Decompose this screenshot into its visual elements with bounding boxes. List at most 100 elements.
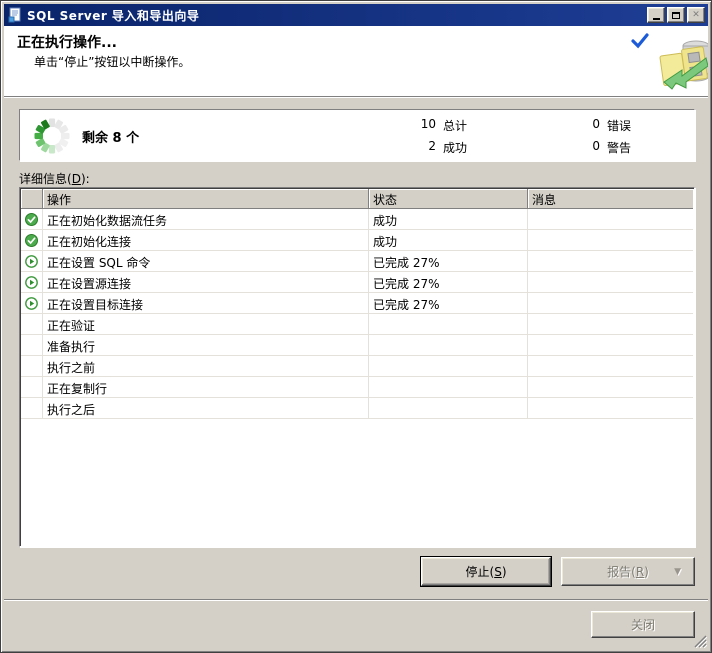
column-header-message[interactable]: 消息 [528, 189, 693, 209]
row-icon-empty [21, 377, 43, 398]
row-status [369, 314, 528, 335]
page-subtitle: 单击“停止”按钮以中断操作。 [34, 53, 190, 70]
remaining-count: 剩余 8 个 [82, 127, 139, 146]
row-action: 正在初始化连接 [43, 230, 369, 251]
table-row[interactable]: 执行之后 [21, 398, 693, 419]
close-button[interactable]: 关闭 [591, 611, 695, 638]
row-message [528, 356, 693, 377]
maximize-button[interactable] [667, 7, 685, 23]
row-message [528, 377, 693, 398]
row-action: 执行之前 [43, 356, 369, 377]
row-status: 成功 [369, 209, 528, 230]
row-message [528, 272, 693, 293]
row-message [528, 209, 693, 230]
close-icon: ✕ [692, 11, 700, 20]
maximize-icon [672, 12, 680, 19]
details-table[interactable]: 操作 状态 消息 正在初始化数据流任务成功正在初始化连接成功正在设置 SQL 命… [19, 187, 695, 547]
row-success-icon [21, 209, 43, 230]
column-header-action[interactable]: 操作 [43, 189, 369, 209]
report-dropdown-icon[interactable]: ▼ [674, 567, 681, 577]
stats-column-right: 0 错误 0 警告 [572, 117, 631, 156]
row-status: 已完成 27% [369, 293, 528, 314]
in-progress-icon [25, 297, 38, 310]
row-action: 执行之后 [43, 398, 369, 419]
table-row[interactable]: 正在初始化连接成功 [21, 230, 693, 251]
row-message [528, 293, 693, 314]
row-message [528, 251, 693, 272]
stat-error-value: 0 [572, 117, 600, 134]
stop-button[interactable]: 停止(S) [421, 557, 551, 586]
details-label: 详细信息(D): [19, 170, 90, 187]
row-action: 正在初始化数据流任务 [43, 209, 369, 230]
wizard-art-icon [656, 36, 708, 97]
stat-warning: 0 警告 [572, 139, 631, 156]
table-row[interactable]: 正在设置目标连接已完成 27% [21, 293, 693, 314]
stat-total-label: 总计 [443, 117, 467, 134]
progress-summary: 剩余 8 个 10 总计 2 成功 0 错误 0 警告 [19, 109, 695, 161]
row-icon-empty [21, 335, 43, 356]
stat-success: 2 成功 [408, 139, 467, 156]
row-action: 正在设置源连接 [43, 272, 369, 293]
row-message [528, 314, 693, 335]
stat-success-label: 成功 [443, 139, 467, 156]
row-status [369, 398, 528, 419]
row-icon-empty [21, 398, 43, 419]
app-icon [7, 7, 23, 23]
close-window-button[interactable]: ✕ [687, 7, 705, 23]
stat-total: 10 总计 [408, 117, 467, 134]
row-status: 已完成 27% [369, 251, 528, 272]
minimize-icon [653, 18, 660, 20]
success-icon [25, 234, 38, 247]
row-action: 正在设置目标连接 [43, 293, 369, 314]
row-action: 正在复制行 [43, 377, 369, 398]
wizard-window: SQL Server 导入和导出向导 ✕ 正在执行操作... 单击“停止”按钮以… [0, 0, 712, 653]
row-message [528, 230, 693, 251]
table-row[interactable]: 正在复制行 [21, 377, 693, 398]
row-action: 准备执行 [43, 335, 369, 356]
table-row[interactable]: 正在初始化数据流任务成功 [21, 209, 693, 230]
stat-error-label: 错误 [607, 117, 631, 134]
table-row[interactable]: 准备执行 [21, 335, 693, 356]
table-row[interactable]: 执行之前 [21, 356, 693, 377]
row-icon-empty [21, 314, 43, 335]
row-success-icon [21, 230, 43, 251]
in-progress-icon [25, 255, 38, 268]
row-status [369, 335, 528, 356]
row-icon-empty [21, 356, 43, 377]
details-table-body: 正在初始化数据流任务成功正在初始化连接成功正在设置 SQL 命令已完成 27%正… [21, 209, 693, 545]
row-status: 成功 [369, 230, 528, 251]
window-title: SQL Server 导入和导出向导 [27, 7, 199, 24]
success-icon [25, 213, 38, 226]
stats-column-left: 10 总计 2 成功 [408, 117, 467, 156]
titlebar[interactable]: SQL Server 导入和导出向导 ✕ [4, 4, 708, 26]
footer-divider [4, 599, 708, 601]
minimize-button[interactable] [647, 7, 665, 23]
stat-warning-label: 警告 [607, 139, 631, 156]
resize-grip[interactable] [694, 635, 707, 648]
stat-success-value: 2 [408, 139, 436, 156]
stat-total-value: 10 [408, 117, 436, 134]
row-in-progress-icon [21, 293, 43, 314]
row-status [369, 356, 528, 377]
row-in-progress-icon [21, 251, 43, 272]
wizard-header: 正在执行操作... 单击“停止”按钮以中断操作。 [4, 26, 708, 97]
row-status: 已完成 27% [369, 272, 528, 293]
column-header-status[interactable]: 状态 [369, 189, 528, 209]
in-progress-icon [25, 276, 38, 289]
page-title: 正在执行操作... [17, 32, 117, 52]
row-in-progress-icon [21, 272, 43, 293]
stat-warning-value: 0 [572, 139, 600, 156]
progress-spinner-icon [32, 116, 72, 156]
report-button[interactable]: 报告(R) ▼ [561, 557, 695, 586]
table-row[interactable]: 正在验证 [21, 314, 693, 335]
table-header-row: 操作 状态 消息 [21, 189, 693, 209]
stat-error: 0 错误 [572, 117, 631, 134]
blue-check-icon [630, 31, 650, 51]
row-message [528, 398, 693, 419]
row-status [369, 377, 528, 398]
row-action: 正在设置 SQL 命令 [43, 251, 369, 272]
table-row[interactable]: 正在设置 SQL 命令已完成 27% [21, 251, 693, 272]
column-header-icon[interactable] [21, 189, 43, 209]
row-action: 正在验证 [43, 314, 369, 335]
table-row[interactable]: 正在设置源连接已完成 27% [21, 272, 693, 293]
